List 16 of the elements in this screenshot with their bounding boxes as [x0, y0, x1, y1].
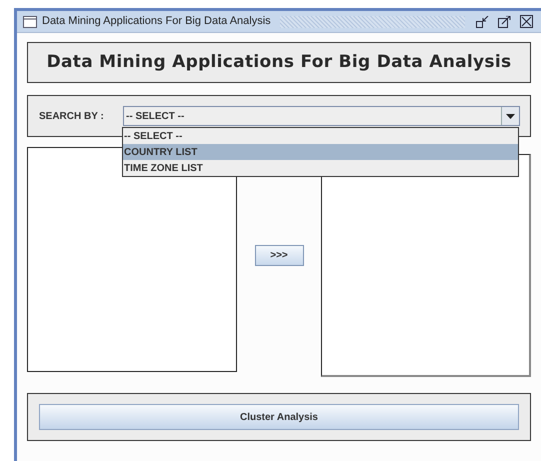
target-list[interactable] [321, 154, 531, 377]
window-title: Data Mining Applications For Big Data Analysis [42, 14, 271, 30]
search-dropdown[interactable]: -- SELECT -- [123, 106, 520, 126]
source-list[interactable] [27, 147, 237, 372]
close-icon[interactable] [520, 15, 533, 28]
caret-icon [506, 114, 515, 118]
minimize-icon[interactable] [476, 16, 489, 28]
transfer-button[interactable]: >>> [254, 245, 304, 266]
maximize-icon[interactable] [498, 16, 511, 28]
window-icon [23, 16, 37, 28]
app-heading: Data Mining Applications For Big Data Analysis [46, 50, 512, 74]
dropdown-option[interactable]: COUNTRY LIST [123, 144, 518, 160]
dropdown-option[interactable]: TIME ZONE LIST [123, 160, 518, 176]
cluster-analysis-button[interactable]: Cluster Analysis [39, 404, 519, 430]
search-label: SEARCH BY : [39, 110, 105, 124]
dropdown-option[interactable]: -- SELECT -- [123, 128, 518, 144]
